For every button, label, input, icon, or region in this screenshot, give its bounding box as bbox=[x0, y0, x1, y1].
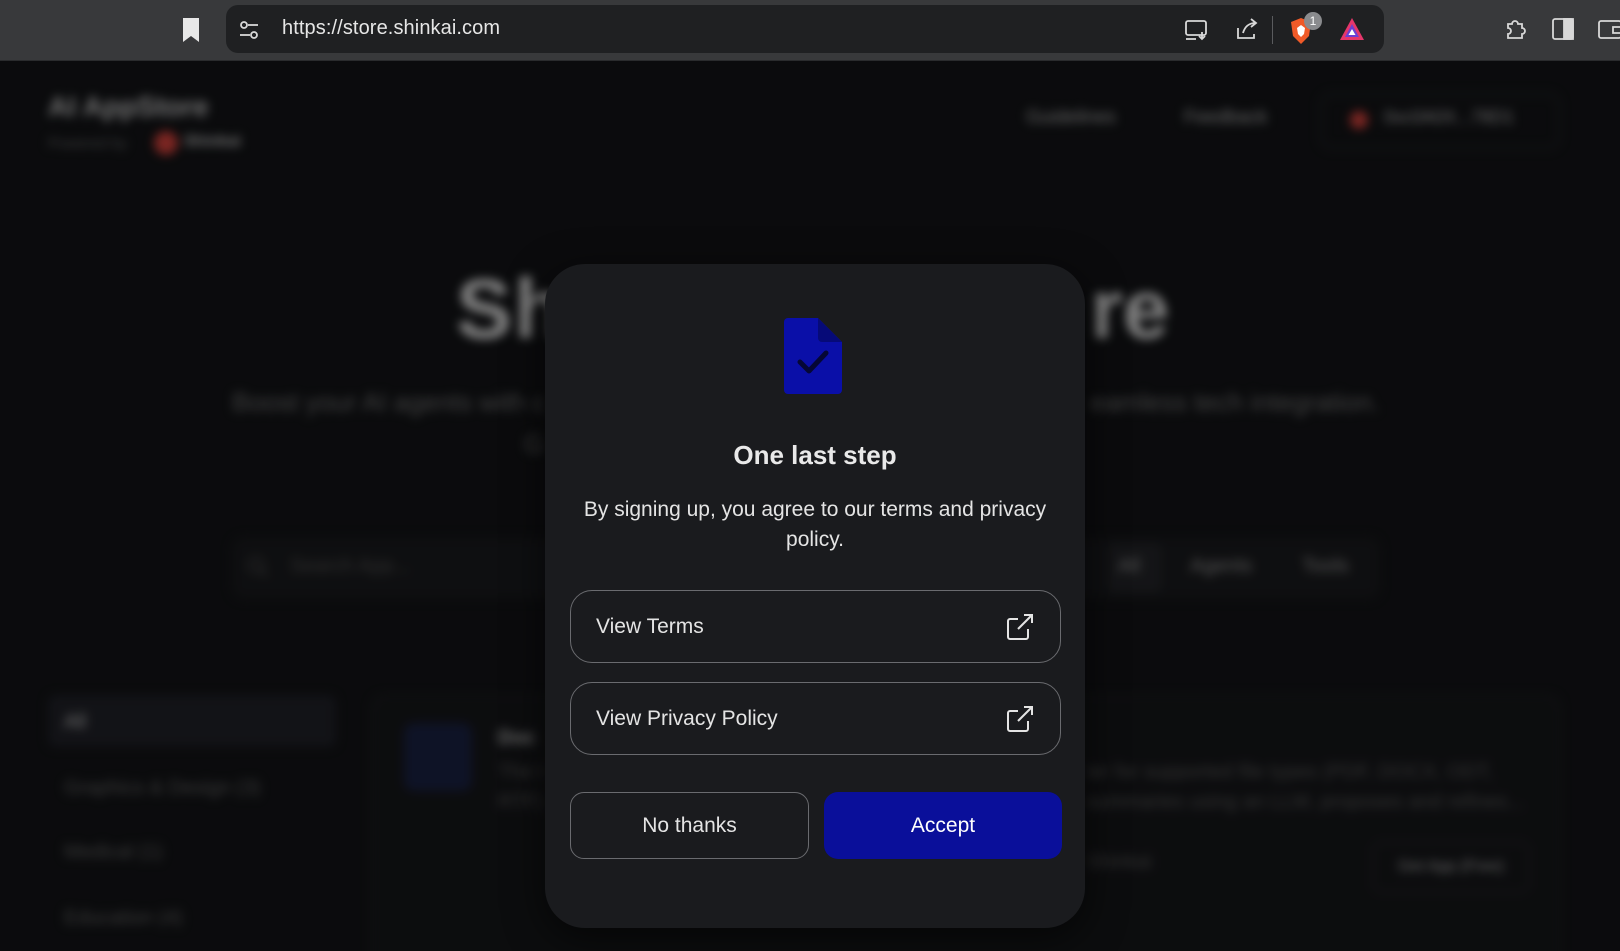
extensions-icon[interactable] bbox=[1502, 15, 1530, 43]
modal-description: By signing up, you agree to our terms an… bbox=[583, 498, 1047, 551]
accept-button[interactable]: Accept bbox=[824, 792, 1062, 859]
wallet-icon[interactable] bbox=[1596, 16, 1620, 42]
browser-toolbar: https://store.shinkai.com 1 bbox=[0, 0, 1620, 61]
view-terms-link[interactable]: View Terms bbox=[570, 590, 1061, 663]
external-link-icon bbox=[1007, 614, 1033, 640]
bookmark-icon[interactable] bbox=[180, 16, 202, 44]
brave-rewards-icon[interactable] bbox=[1338, 16, 1366, 42]
view-privacy-policy-label: View Privacy Policy bbox=[596, 707, 778, 730]
document-check-icon bbox=[784, 318, 842, 394]
cast-icon[interactable] bbox=[1184, 18, 1212, 42]
view-terms-label: View Terms bbox=[596, 615, 704, 638]
view-privacy-policy-link[interactable]: View Privacy Policy bbox=[570, 682, 1061, 755]
toolbar-divider bbox=[1272, 16, 1273, 44]
sidebar-icon[interactable] bbox=[1550, 16, 1576, 42]
no-thanks-button[interactable]: No thanks bbox=[570, 792, 809, 859]
shield-count-badge: 1 bbox=[1304, 12, 1322, 30]
site-settings-icon[interactable] bbox=[238, 19, 260, 41]
share-icon[interactable] bbox=[1234, 16, 1260, 42]
modal-title: One last step bbox=[733, 440, 897, 470]
external-link-icon bbox=[1007, 706, 1033, 732]
url-text[interactable]: https://store.shinkai.com bbox=[282, 17, 500, 40]
